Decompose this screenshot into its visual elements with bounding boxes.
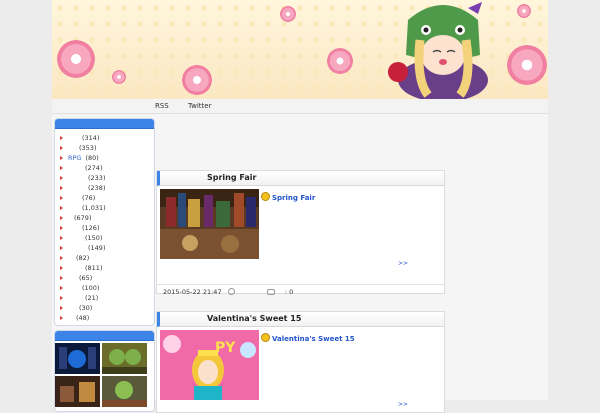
flower-decoration [57, 40, 95, 78]
game-thumbnail[interactable] [102, 343, 147, 374]
game-thumbnail[interactable] [102, 376, 147, 407]
coin-icon [261, 333, 270, 342]
category-item[interactable]: (1,031) [60, 203, 154, 213]
arrow-icon [60, 216, 63, 220]
rss-link[interactable]: RSS [155, 102, 169, 110]
twitter-link[interactable]: Twitter [188, 102, 211, 110]
category-widget-header [55, 119, 154, 129]
arrow-icon [60, 296, 63, 300]
arrow-icon [60, 316, 63, 320]
coin-icon [261, 192, 270, 201]
category-item[interactable]: (100) [60, 283, 154, 293]
thumbnail-widget-header [55, 331, 154, 341]
flower-decoration [182, 65, 212, 95]
post-link[interactable]: Valentina's Sweet 15 [261, 333, 355, 343]
arrow-icon [60, 176, 63, 180]
category-item[interactable]: (30) [60, 303, 154, 313]
game-thumbnail[interactable] [55, 376, 100, 407]
category-item[interactable]: (314) [60, 133, 154, 143]
arrow-icon [60, 206, 63, 210]
post-thumbnail[interactable] [160, 189, 259, 259]
category-item[interactable]: (238) [60, 183, 154, 193]
post-title[interactable]: Valentina's Sweet 15 [157, 312, 444, 327]
game-thumbnail[interactable] [55, 343, 100, 374]
category-item[interactable]: (811) [60, 263, 154, 273]
post-body: PY Valentina's Sweet 15 >> [157, 327, 444, 408]
category-list: (314) (353) RPG (80) (274) (233) (238) (7… [55, 129, 154, 323]
arrow-icon [60, 276, 63, 280]
anime-character-illustration [388, 2, 488, 99]
flower-decoration [327, 48, 353, 74]
category-item[interactable]: (126) [60, 223, 154, 233]
clock-icon [227, 288, 235, 295]
arrow-icon [60, 256, 63, 260]
category-item[interactable]: (21) [60, 293, 154, 303]
category-item[interactable]: (65) [60, 273, 154, 283]
arrow-icon [60, 156, 63, 160]
category-item[interactable]: RPG (80) [60, 153, 154, 163]
comment-icon[interactable] [266, 289, 275, 295]
post-card: Valentina's Sweet 15 PY Valentina's Swee… [156, 311, 445, 413]
arrow-icon [60, 236, 63, 240]
post-date: 2015-05-22 21:47 [163, 288, 222, 296]
flower-decoration [517, 4, 531, 18]
category-item[interactable]: (679) [60, 213, 154, 223]
category-item[interactable]: (48) [60, 313, 154, 323]
read-more-link[interactable]: >> [398, 401, 408, 408]
arrow-icon [60, 226, 63, 230]
thumbnail-grid [55, 341, 154, 407]
category-item[interactable]: (274) [60, 163, 154, 173]
read-more-link[interactable]: >> [398, 260, 408, 267]
comment-count: : 0 [284, 288, 294, 296]
arrow-icon [60, 266, 63, 270]
category-item[interactable]: (353) [60, 143, 154, 153]
post-card: Spring Fair Spring Fair >> 2015-05-22 21… [156, 170, 445, 296]
post-thumbnail[interactable]: PY [160, 330, 259, 400]
post-title[interactable]: Spring Fair [157, 171, 444, 186]
category-item[interactable]: (233) [60, 173, 154, 183]
post-body: Spring Fair >> [157, 186, 444, 267]
arrow-icon [60, 186, 63, 190]
category-item[interactable]: (149) [60, 243, 154, 253]
category-item[interactable]: (76) [60, 193, 154, 203]
arrow-icon [60, 286, 63, 290]
category-item[interactable]: (150) [60, 233, 154, 243]
arrow-icon [60, 196, 63, 200]
arrow-icon [60, 246, 63, 250]
flower-decoration [112, 70, 126, 84]
category-widget: (314) (353) RPG (80) (274) (233) (238) (7… [54, 118, 155, 326]
top-nav: RSS Twitter [52, 99, 548, 114]
arrow-icon [60, 166, 63, 170]
category-item[interactable]: (82) [60, 253, 154, 263]
post-link[interactable]: Spring Fair [261, 192, 315, 202]
arrow-icon [60, 136, 63, 140]
post-meta: 2015-05-22 21:47 : 0 [157, 284, 444, 299]
flower-decoration [280, 6, 296, 22]
arrow-icon [60, 146, 63, 150]
header-banner[interactable] [52, 0, 548, 99]
arrow-icon [60, 306, 63, 310]
svg-text:PY: PY [215, 340, 236, 356]
